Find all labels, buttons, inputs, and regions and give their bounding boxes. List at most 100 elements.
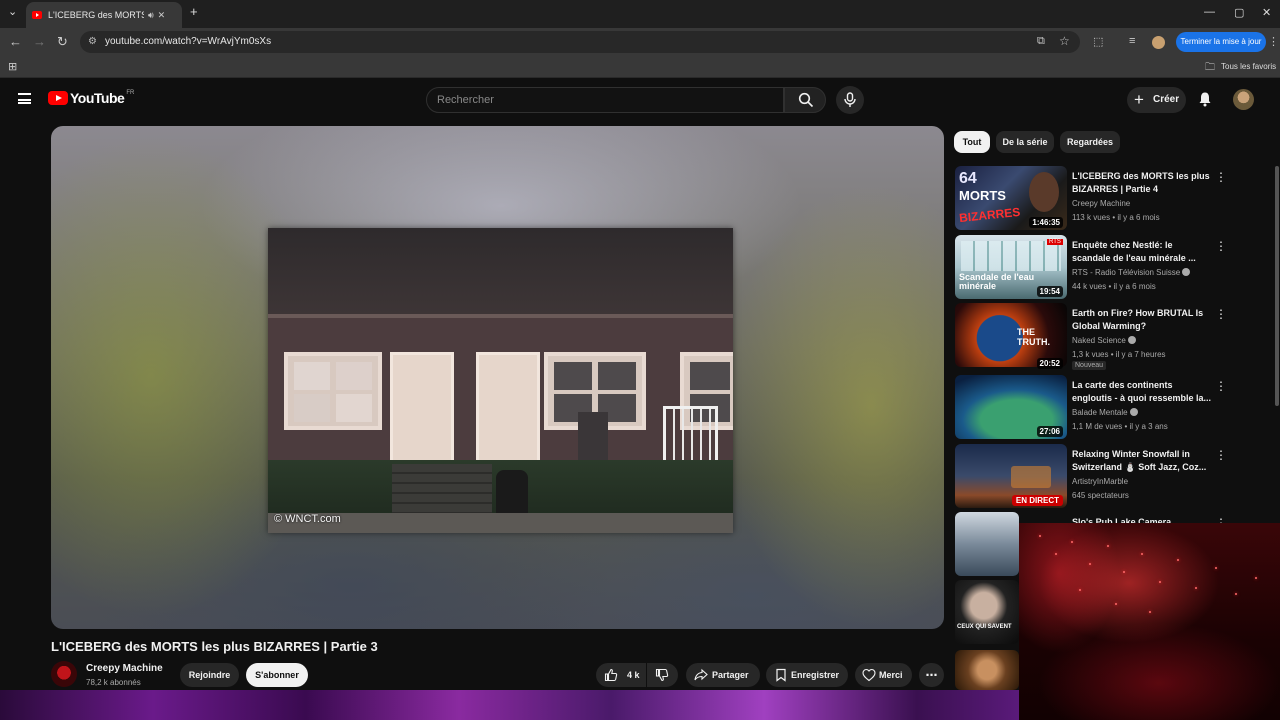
video-player[interactable]: © WNCT.com xyxy=(51,126,944,629)
house-door xyxy=(390,352,454,464)
video-thumbnail xyxy=(955,650,1019,690)
recommendation-title: Relaxing Winter Snowfall in Switzerland … xyxy=(1072,449,1207,472)
menu-dots-icon[interactable]: ⋮ xyxy=(1268,35,1279,48)
channel-name[interactable]: Creepy Machine xyxy=(86,663,163,674)
tab-search-icon[interactable]: ⌄ xyxy=(8,5,17,18)
share-icon xyxy=(694,668,708,681)
reload-icon[interactable]: ↻ xyxy=(57,34,68,50)
recommendation-item[interactable]: EN DIRECT Relaxing Winter Snowfall in Sw… xyxy=(955,444,1227,510)
like-button[interactable]: 4 k xyxy=(596,663,646,687)
recommendation-meta: 645 spectateurs xyxy=(1072,491,1129,500)
more-vertical-icon[interactable]: ⋮ xyxy=(1215,307,1227,321)
video-duration: 27:06 xyxy=(1036,426,1063,437)
subscriber-count: 78,2 k abonnés xyxy=(86,678,141,687)
porch-steps xyxy=(392,464,492,514)
more-vertical-icon[interactable]: ⋮ xyxy=(1215,379,1227,393)
tab-close-icon[interactable]: ✕ xyxy=(158,10,166,21)
channel-avatar[interactable] xyxy=(51,661,77,687)
masthead: YouTube FR Rechercher + Créer xyxy=(0,80,1280,120)
install-app-icon[interactable]: ⧉ xyxy=(1037,35,1045,48)
microphone-icon xyxy=(844,92,856,107)
page-scrollbar[interactable] xyxy=(1275,166,1279,406)
voice-search-button[interactable] xyxy=(836,86,864,114)
chip-all[interactable]: Tout xyxy=(954,131,990,153)
video-duration: 1:46:35 xyxy=(1029,217,1063,228)
video-duration: 20:52 xyxy=(1036,358,1063,369)
new-tab-icon[interactable]: + xyxy=(190,4,198,19)
menu-icon[interactable] xyxy=(18,93,31,104)
more-vertical-icon[interactable]: ⋮ xyxy=(1215,448,1227,462)
apps-grid-icon[interactable]: ⊞ xyxy=(8,60,17,73)
recommendation-channel: Naked Science xyxy=(1072,336,1136,345)
logo-text: YouTube xyxy=(70,90,125,106)
porch-chair xyxy=(578,412,608,462)
browser-tab[interactable]: L'ICEBERG des MORTS les plus 🔊︎ ✕ xyxy=(26,2,182,28)
thanks-button[interactable]: Merci xyxy=(855,663,912,687)
account-avatar[interactable] xyxy=(1233,89,1254,110)
youtube-favicon-icon xyxy=(32,11,42,19)
create-button[interactable]: + Créer xyxy=(1127,87,1186,113)
site-info-icon[interactable]: ⚙ xyxy=(88,31,97,53)
url-text: youtube.com/watch?v=WrAvjYm0sXs xyxy=(105,36,272,47)
share-button[interactable]: Partager xyxy=(686,663,760,687)
webcam-overlay xyxy=(1019,523,1280,720)
new-badge: Nouveau xyxy=(1072,361,1107,370)
thumbnail-text: Scandale de l'eau minérale xyxy=(959,272,1035,291)
thumbs-down-icon xyxy=(655,668,669,682)
address-toolbar: ← → ↻ ⚙ youtube.com/watch?v=WrAvjYm0sXs … xyxy=(0,28,1280,56)
recommendation-item[interactable]: 64 MORTS BIZARRES 1:46:35 L'ICEBERG des … xyxy=(955,166,1227,232)
recommendation-meta: 1,1 M de vues • il y a 3 ans xyxy=(1072,422,1168,431)
bookmark-icon xyxy=(776,668,786,682)
forward-icon[interactable]: → xyxy=(33,34,46,49)
recommendation-title: Earth on Fire? How BRUTAL Is Global Warm… xyxy=(1072,308,1204,331)
verified-icon xyxy=(1129,408,1138,416)
plus-icon: + xyxy=(1134,90,1144,109)
browser-tab-bar: ⌄ L'ICEBERG des MORTS les plus 🔊︎ ✕ + — … xyxy=(0,0,1280,28)
youtube-logo[interactable]: YouTube FR xyxy=(48,90,134,106)
back-icon[interactable]: ← xyxy=(9,34,22,49)
recommendation-meta: 113 k vues • il y a 6 mois xyxy=(1072,213,1160,222)
notifications-bell-icon[interactable] xyxy=(1197,91,1213,107)
thanks-label: Merci xyxy=(879,670,903,680)
speaker-icon[interactable]: 🔊︎ xyxy=(148,10,154,21)
profile-icon[interactable] xyxy=(1152,36,1165,49)
dislike-button[interactable] xyxy=(647,663,678,687)
house-window xyxy=(284,352,382,430)
recommendation-item[interactable]: 27:06 La carte des continents engloutis … xyxy=(955,375,1227,441)
more-horizontal-icon: ⋯ xyxy=(925,668,938,682)
subscribe-button[interactable]: S'abonner xyxy=(246,663,308,687)
window-close-icon[interactable]: ✕ xyxy=(1262,6,1271,19)
recommendation-channel: ArtistryInMarble xyxy=(1072,477,1129,486)
chip-series[interactable]: De la série xyxy=(996,131,1054,153)
country-code: FR xyxy=(126,90,135,96)
thumbnail-text: CEUX QUI SAVENT xyxy=(957,624,1012,630)
update-button[interactable]: Terminer la mise à jour xyxy=(1176,32,1266,52)
verified-icon xyxy=(1127,336,1136,344)
all-bookmarks-link[interactable]: Tous les favoris xyxy=(1221,62,1276,71)
recommendation-item[interactable]: RTS Scandale de l'eau minérale 19:54 Enq… xyxy=(955,235,1227,301)
save-label: Enregistrer xyxy=(791,670,840,680)
more-actions-button[interactable]: ⋯ xyxy=(919,663,944,687)
save-button[interactable]: Enregistrer xyxy=(766,663,848,687)
search-button[interactable] xyxy=(784,87,826,113)
more-vertical-icon[interactable]: ⋮ xyxy=(1215,239,1227,253)
chip-watched[interactable]: Regardées xyxy=(1060,131,1120,153)
bookmark-star-icon[interactable]: ☆ xyxy=(1059,34,1070,48)
verified-icon xyxy=(1182,268,1191,276)
minimize-icon[interactable]: — xyxy=(1204,6,1215,18)
house-roof xyxy=(268,228,733,318)
maximize-icon[interactable]: ▢ xyxy=(1234,6,1244,19)
extensions-icon[interactable]: ⬚ xyxy=(1093,35,1103,48)
video-frame: © WNCT.com xyxy=(268,228,733,533)
more-vertical-icon[interactable]: ⋮ xyxy=(1215,170,1227,184)
recommendation-title: La carte des continents engloutis - à qu… xyxy=(1072,380,1212,403)
join-button[interactable]: Rejoindre xyxy=(180,663,239,687)
like-count: 4 k xyxy=(627,670,640,680)
recommendation-channel: Creepy Machine xyxy=(1072,199,1131,208)
url-bar[interactable]: ⚙ youtube.com/watch?v=WrAvjYm0sXs xyxy=(80,31,1080,53)
reading-list-icon[interactable]: ≡ xyxy=(1129,35,1135,47)
recommendation-item[interactable]: THE TRUTH. 20:52 Earth on Fire? How BRUT… xyxy=(955,303,1227,373)
video-thumbnail xyxy=(955,512,1019,576)
stream-overlay-bar xyxy=(0,690,1019,720)
search-input[interactable]: Rechercher xyxy=(426,87,784,113)
